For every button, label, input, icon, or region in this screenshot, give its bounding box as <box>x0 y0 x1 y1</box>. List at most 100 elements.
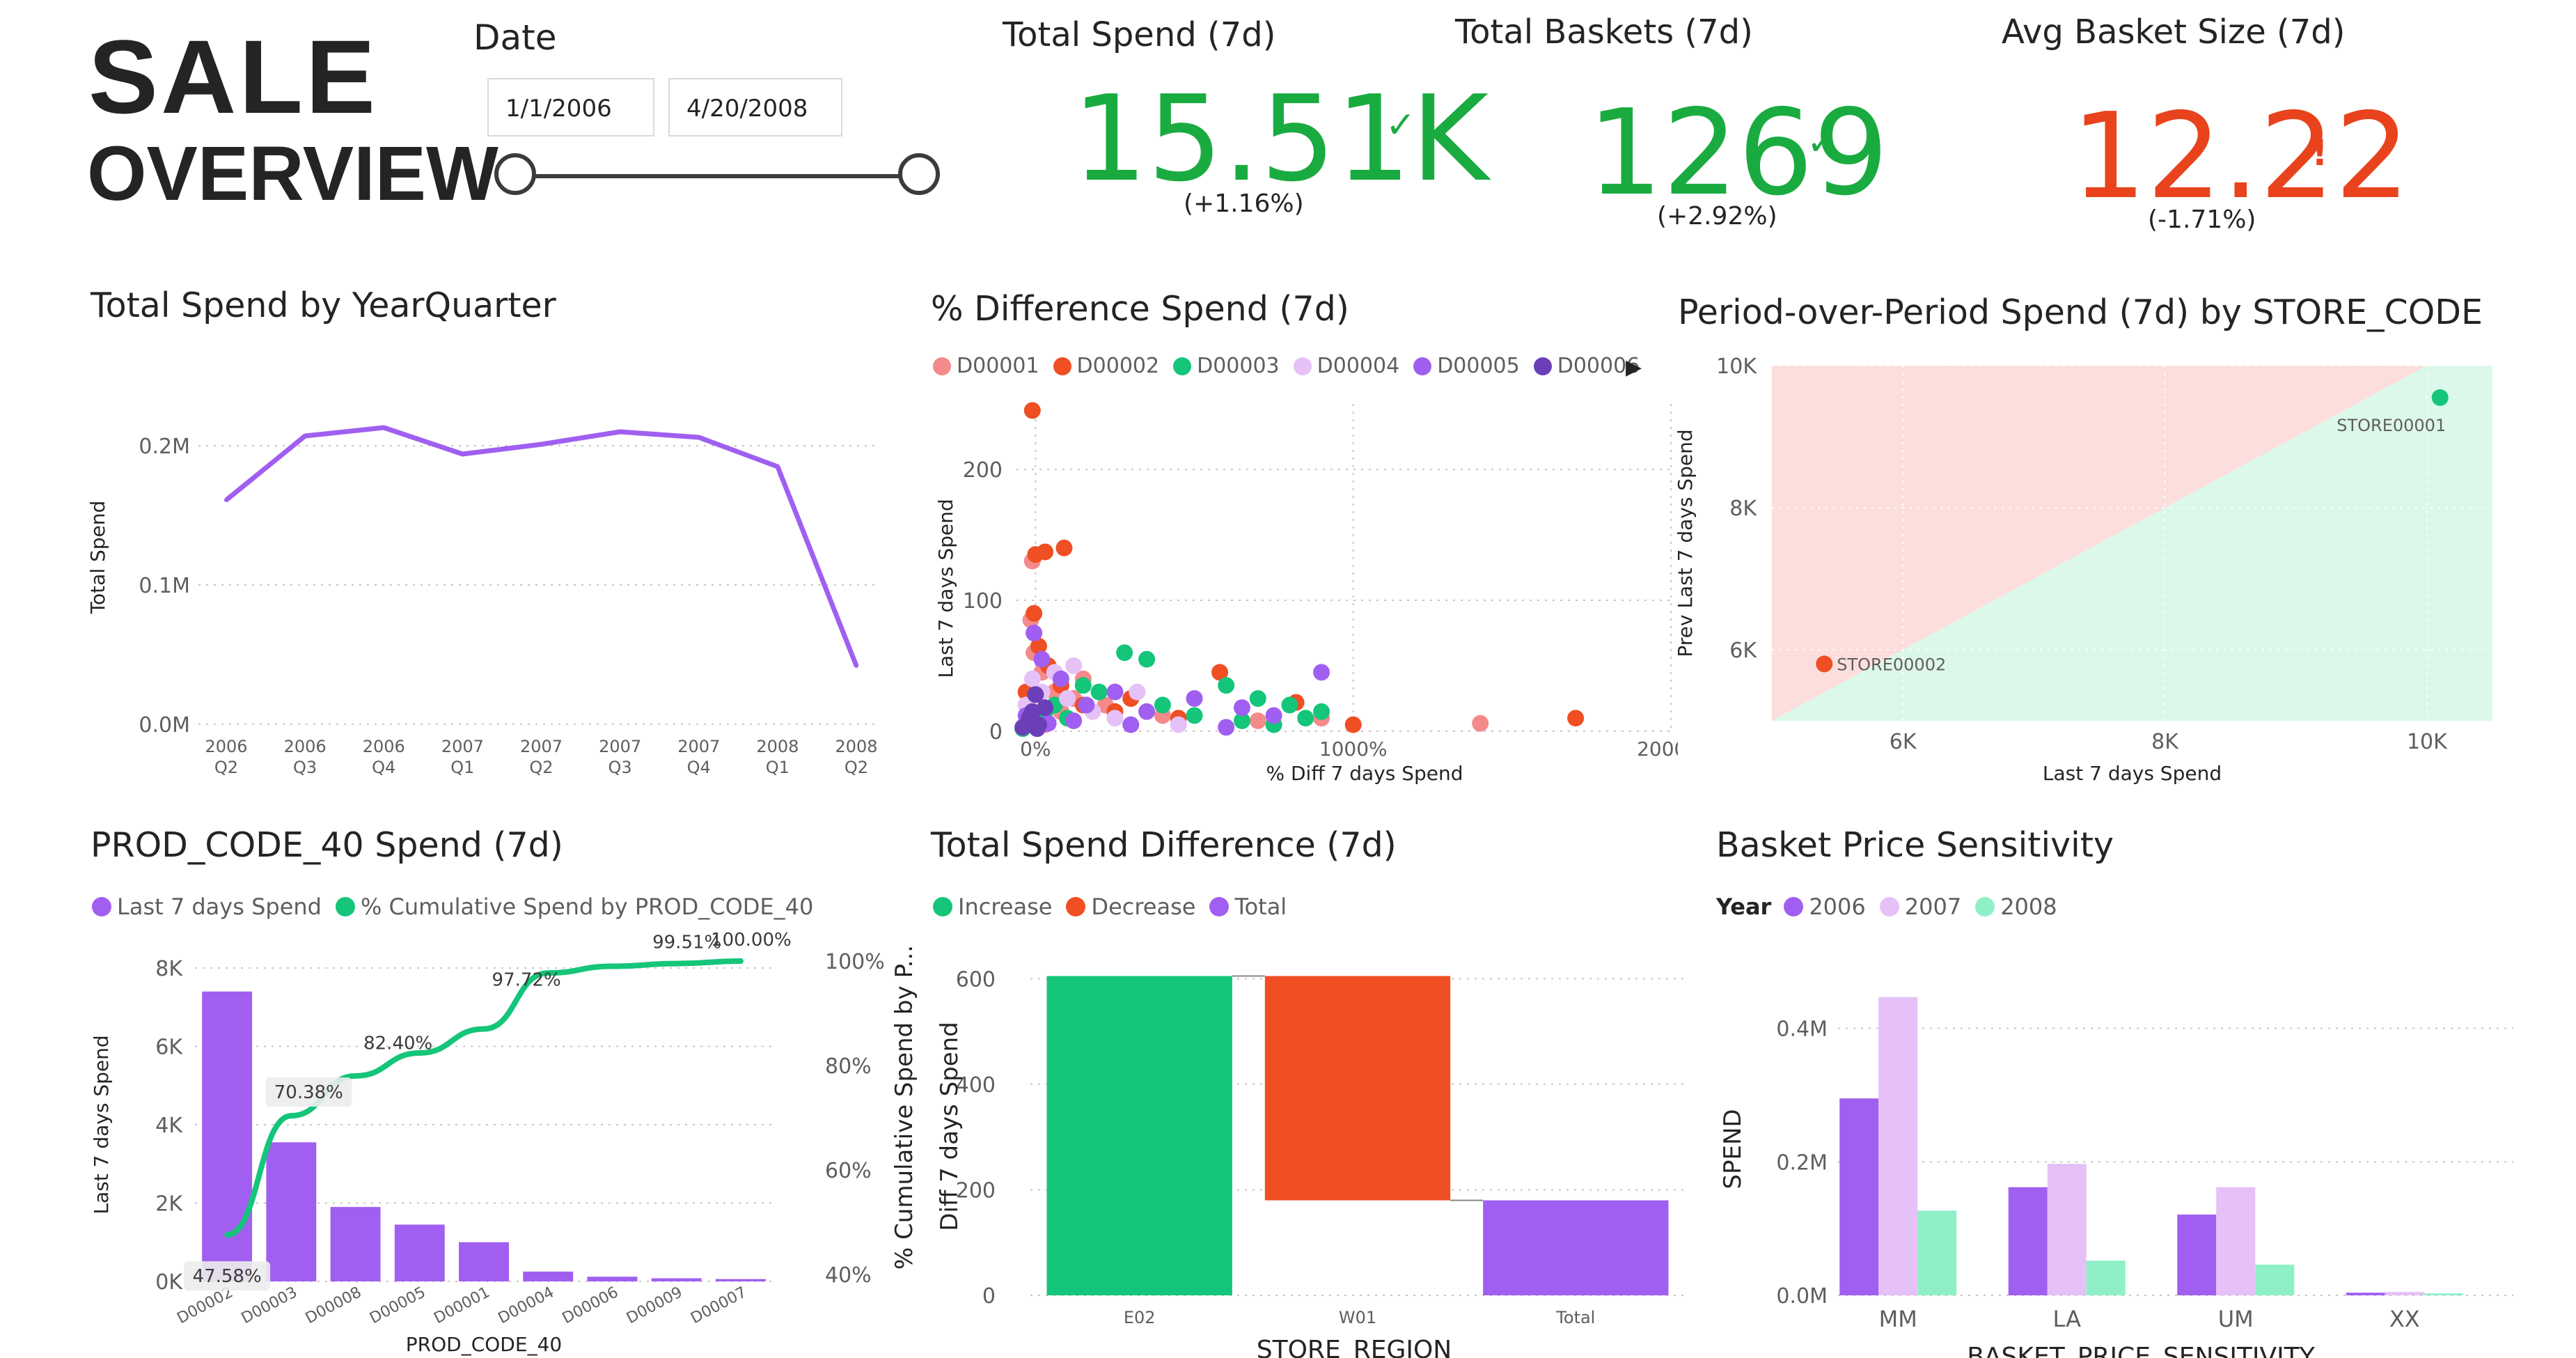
legend-item-cumulative[interactable]: % Cumulative Spend by PROD_CODE_40 <box>335 893 813 920</box>
scatter-point-d00005 <box>1218 719 1235 736</box>
point-label: STORE00001 <box>2337 416 2446 435</box>
y-tick-label: 8K <box>1729 497 1757 521</box>
scatter-point-d00003 <box>1116 644 1133 662</box>
legend-label: D00001 <box>957 354 1039 378</box>
pareto-y2-axis-label: % Cumulative Spend by P... <box>890 945 918 1270</box>
legend-item-d00005[interactable]: D00005 <box>1413 354 1520 378</box>
legend-next-icon[interactable]: ▶ <box>1626 355 1642 380</box>
pareto-legend: Last 7 days Spend % Cumulative Spend by … <box>92 893 827 920</box>
bar-xx-2006 <box>2346 1293 2385 1295</box>
legend-item-last7[interactable]: Last 7 days Spend <box>92 893 322 920</box>
bar-la-2008 <box>2086 1261 2126 1295</box>
legend-label: Decrease <box>1091 893 1196 920</box>
scatter-point-d00005 <box>1033 650 1051 668</box>
legend-item-decrease[interactable]: Decrease <box>1066 893 1195 920</box>
scatter-point-d00006 <box>1014 719 1032 736</box>
y2-tick-label: 40% <box>825 1263 872 1288</box>
x-tick-label: Q1 <box>450 758 474 777</box>
scatter-point-d00005 <box>1078 696 1095 714</box>
date-slider-end-handle[interactable] <box>898 153 940 195</box>
x-tick-label: 6K <box>1890 730 1917 754</box>
date-slider-track[interactable] <box>515 174 919 178</box>
legend-item-increase[interactable]: Increase <box>933 893 1052 920</box>
line-point <box>224 498 228 502</box>
y2-tick-label: 60% <box>825 1159 872 1183</box>
scatter-point-d00005 <box>1052 670 1069 687</box>
scatter-point-d00002 <box>1344 716 1362 733</box>
date-end-input[interactable]: 4/20/2008 <box>668 78 842 136</box>
scatter-point-d00005 <box>1138 703 1156 720</box>
grouped-legend: Year 2006 2007 2008 <box>1716 893 2071 920</box>
kpi-total-spend-delta: (+1.16%) <box>1184 189 1304 218</box>
quadrant-chart[interactable]: 6K 8K 10K 6K 8K 10K STORE00001 STORE00002 Last 7… <box>1657 341 2513 801</box>
legend-item-d00003[interactable]: D00003 <box>1173 354 1280 378</box>
line-chart[interactable]: 0.0M 0.1M 0.2M 2006 Q2 2006 Q3 2006 Q4 2007 Q1 2007… <box>70 334 891 794</box>
bar-la-2006 <box>2008 1187 2048 1295</box>
legend-item-d00006[interactable]: D00006 <box>1533 354 1640 378</box>
data-label: 47.58% <box>193 1266 262 1287</box>
grouped-chart-title: Basket Price Sensitivity <box>1716 825 2114 865</box>
waterfall-bar-w01 <box>1264 976 1451 1201</box>
waterfall-bar-e02 <box>1046 976 1232 1295</box>
scatter-point-d00002 <box>1026 604 1043 622</box>
scatter-point-d00006 <box>1023 703 1041 720</box>
scatter-point-d00001 <box>1472 715 1489 732</box>
waterfall-bar-total <box>1483 1200 1669 1295</box>
legend-item-2006[interactable]: 2006 <box>1784 893 1866 920</box>
pareto-chart[interactable]: 0K2K4K6K8K40%60%80%100%D00002 D00003 D0000… <box>70 926 898 1358</box>
x-tick-label: 2006 <box>363 737 405 756</box>
legend-label: Increase <box>958 893 1053 920</box>
grouped-chart[interactable]: 0.0M 0.2M 0.4M MM LA UM XX BASKET_PRICE_SENSITI… <box>1699 926 2520 1358</box>
line-point <box>539 442 544 446</box>
x-tick-label: 1000% <box>1319 737 1388 760</box>
legend-label: Last 7 days Spend <box>117 893 322 920</box>
legend-item-d00002[interactable]: D00002 <box>1053 354 1159 378</box>
store-point <box>1816 655 1833 673</box>
x-tick-label: Q4 <box>687 758 711 777</box>
legend-item-2008[interactable]: 2008 <box>1975 893 2057 920</box>
kpi-total-spend-value: 15.51K <box>1072 70 1489 208</box>
y-tick-label: 6K <box>155 1036 183 1060</box>
scatter-point-d00005 <box>1186 690 1203 707</box>
legend-dot-purple <box>1209 897 1230 916</box>
date-start-input[interactable]: 1/1/2006 <box>487 78 654 136</box>
x-tick-label: Q2 <box>214 758 238 777</box>
y-tick-label: 600 <box>956 967 996 992</box>
bar-d00001 <box>459 1242 509 1281</box>
y-tick-label: 10K <box>1716 354 1757 379</box>
legend-item-total[interactable]: Total <box>1209 893 1287 920</box>
legend-item-d00004[interactable]: D00004 <box>1293 354 1399 378</box>
legend-label: 2006 <box>1809 893 1866 920</box>
x-tick-label: 2008 <box>756 737 799 756</box>
x-tick-label: Q1 <box>766 758 790 777</box>
bar-mm-2008 <box>1917 1210 1957 1295</box>
x-tick-label: 2006 <box>284 737 327 756</box>
scatter-point-d00002 <box>1567 710 1585 727</box>
x-tick-label: 2007 <box>441 737 484 756</box>
scatter-point-d00004 <box>1129 683 1146 701</box>
scatter-point-d00003 <box>1186 707 1203 724</box>
point-label: STORE00002 <box>1837 655 1946 674</box>
scatter-point-d00003 <box>1249 690 1266 707</box>
legend-dot <box>933 357 951 375</box>
legend-dot-green <box>335 897 355 916</box>
legend-dot <box>1053 357 1071 375</box>
x-tick-label: D00005 <box>367 1283 428 1327</box>
waterfall-legend: Increase Decrease Total <box>933 893 1301 920</box>
y-tick-label: 8K <box>155 957 183 981</box>
scatter-point-d00004 <box>1065 657 1083 674</box>
date-slider-start-handle[interactable] <box>494 153 536 195</box>
scatter-point-d00004 <box>1170 716 1187 733</box>
scatter-chart[interactable]: 01002000%1000%2000%% Diff 7 days SpendLa… <box>905 390 1678 801</box>
waterfall-chart[interactable]: % Cumulative Spend by P...0200400600E02 W… <box>884 926 1692 1358</box>
legend-dot-purple <box>92 897 111 916</box>
pareto-chart-title: PROD_CODE_40 Spend (7d) <box>91 825 563 865</box>
x-axis-label: STORE_REGION <box>1257 1336 1452 1358</box>
data-label: 97.72% <box>492 969 561 990</box>
legend-item-2007[interactable]: 2007 <box>1879 893 1961 920</box>
bar-um-2006 <box>2177 1215 2217 1295</box>
legend-item-d00001[interactable]: D00001 <box>933 354 1039 378</box>
quadrant-chart-title: Period-over-Period Spend (7d) by STORE_C… <box>1678 292 2483 332</box>
scatter-point-d00002 <box>1037 543 1054 561</box>
y-axis-label: Prev Last 7 days Spend <box>1674 429 1697 657</box>
